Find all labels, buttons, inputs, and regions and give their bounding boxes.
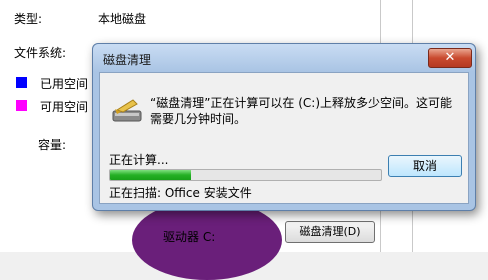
- disk-cleanup-dialog: 磁盘清理 ✕ “磁盘清理”正在计算可以在 (C:)上释放多少空间。这可能需要几分…: [92, 43, 476, 211]
- dialog-body: “磁盘清理”正在计算可以在 (C:)上释放多少空间。这可能需要几分钟时间。 正在…: [99, 72, 469, 204]
- dialog-title: 磁盘清理: [103, 53, 152, 67]
- progress-bar: [109, 169, 382, 181]
- drive-label: 驱动器 C:: [163, 230, 216, 244]
- capacity-label: 容量:: [38, 138, 67, 152]
- free-space-swatch: [16, 100, 27, 111]
- calculating-status: 正在计算...: [109, 153, 169, 167]
- close-icon: ✕: [444, 50, 456, 65]
- disk-cleanup-icon: [112, 99, 142, 122]
- free-space-label: 可用空间: [40, 100, 89, 114]
- progress-fill: [110, 170, 192, 180]
- type-label: 类型:: [14, 12, 43, 26]
- dialog-message: “磁盘清理”正在计算可以在 (C:)上释放多少空间。这可能需要几分钟时间。: [150, 96, 453, 126]
- type-value: 本地磁盘: [98, 12, 147, 26]
- filesystem-label: 文件系统:: [14, 46, 67, 60]
- dialog-titlebar[interactable]: 磁盘清理 ✕: [93, 44, 475, 72]
- used-space-label: 已用空间: [40, 77, 89, 91]
- close-button[interactable]: ✕: [428, 48, 472, 68]
- scanning-status: 正在扫描: Office 安装文件: [109, 186, 252, 200]
- cancel-button[interactable]: 取消: [388, 155, 462, 177]
- disk-cleanup-button[interactable]: 磁盘清理(D): [285, 221, 375, 243]
- used-space-swatch: [16, 77, 27, 88]
